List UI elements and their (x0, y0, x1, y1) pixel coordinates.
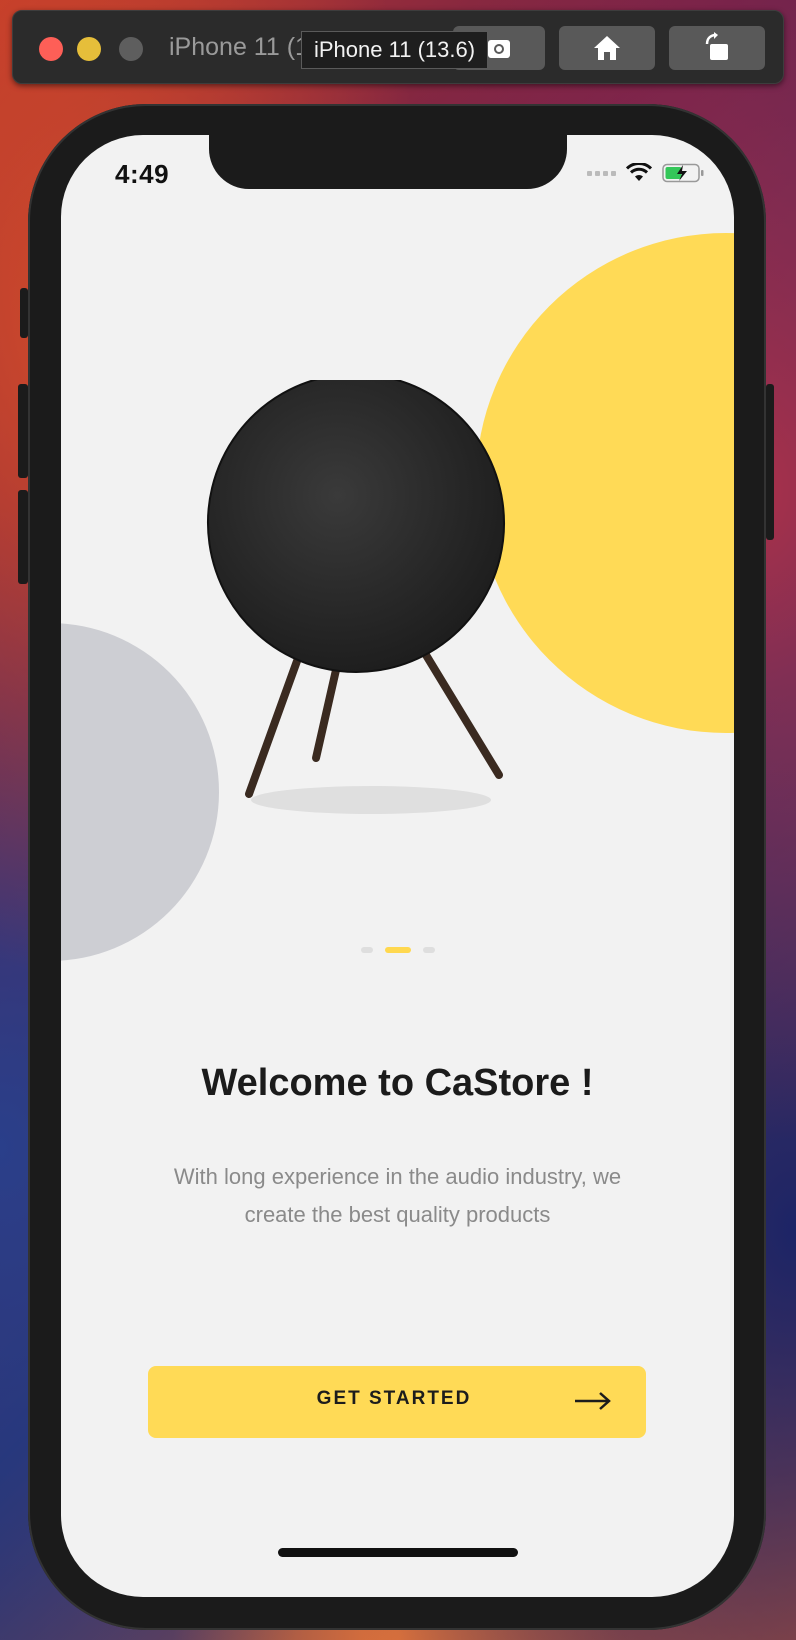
minimize-window-button[interactable] (77, 37, 101, 61)
power-button (766, 384, 774, 540)
home-indicator[interactable] (278, 1548, 518, 1557)
simulator-toolbar: iPhone 11 (13.6) iPhone 11 (13.6) (12, 10, 784, 84)
rotate-icon (705, 32, 728, 60)
device-tooltip: iPhone 11 (13.6) (301, 31, 489, 69)
home-icon (594, 36, 620, 60)
zoom-window-button[interactable] (119, 37, 143, 61)
page-dot[interactable] (360, 947, 373, 953)
speaker-product-image (206, 380, 506, 814)
decorative-gray-circle (61, 623, 219, 961)
page-dot[interactable] (422, 947, 435, 953)
volume-up-button (18, 384, 28, 478)
volume-down-button (18, 490, 28, 584)
close-window-button[interactable] (39, 37, 63, 61)
signal-icon (587, 170, 616, 176)
status-time: 4:49 (115, 159, 170, 189)
page-dot-active[interactable] (384, 947, 411, 953)
window-title: iPhone 11 (13.6) (169, 33, 309, 61)
screenshot-icon (488, 40, 510, 58)
device-notch (209, 135, 567, 189)
arrow-right-icon (575, 1392, 611, 1410)
wifi-icon (626, 163, 652, 181)
battery-charging-icon (662, 163, 704, 183)
onboarding-description: With long experience in the audio indust… (173, 1164, 622, 1227)
get-started-button[interactable]: GET STARTED (148, 1366, 646, 1438)
rotate-button[interactable] (669, 26, 765, 70)
mute-switch (20, 288, 28, 338)
onboarding-title: Welcome to CaStore ! (201, 1062, 594, 1104)
get-started-label: GET STARTED (316, 1388, 472, 1409)
app-screen: 4:49 Welcome to CaStore ! With long expe… (61, 135, 734, 1597)
home-button[interactable] (559, 26, 655, 70)
pagination-dots (61, 947, 734, 953)
status-icons (587, 163, 704, 183)
